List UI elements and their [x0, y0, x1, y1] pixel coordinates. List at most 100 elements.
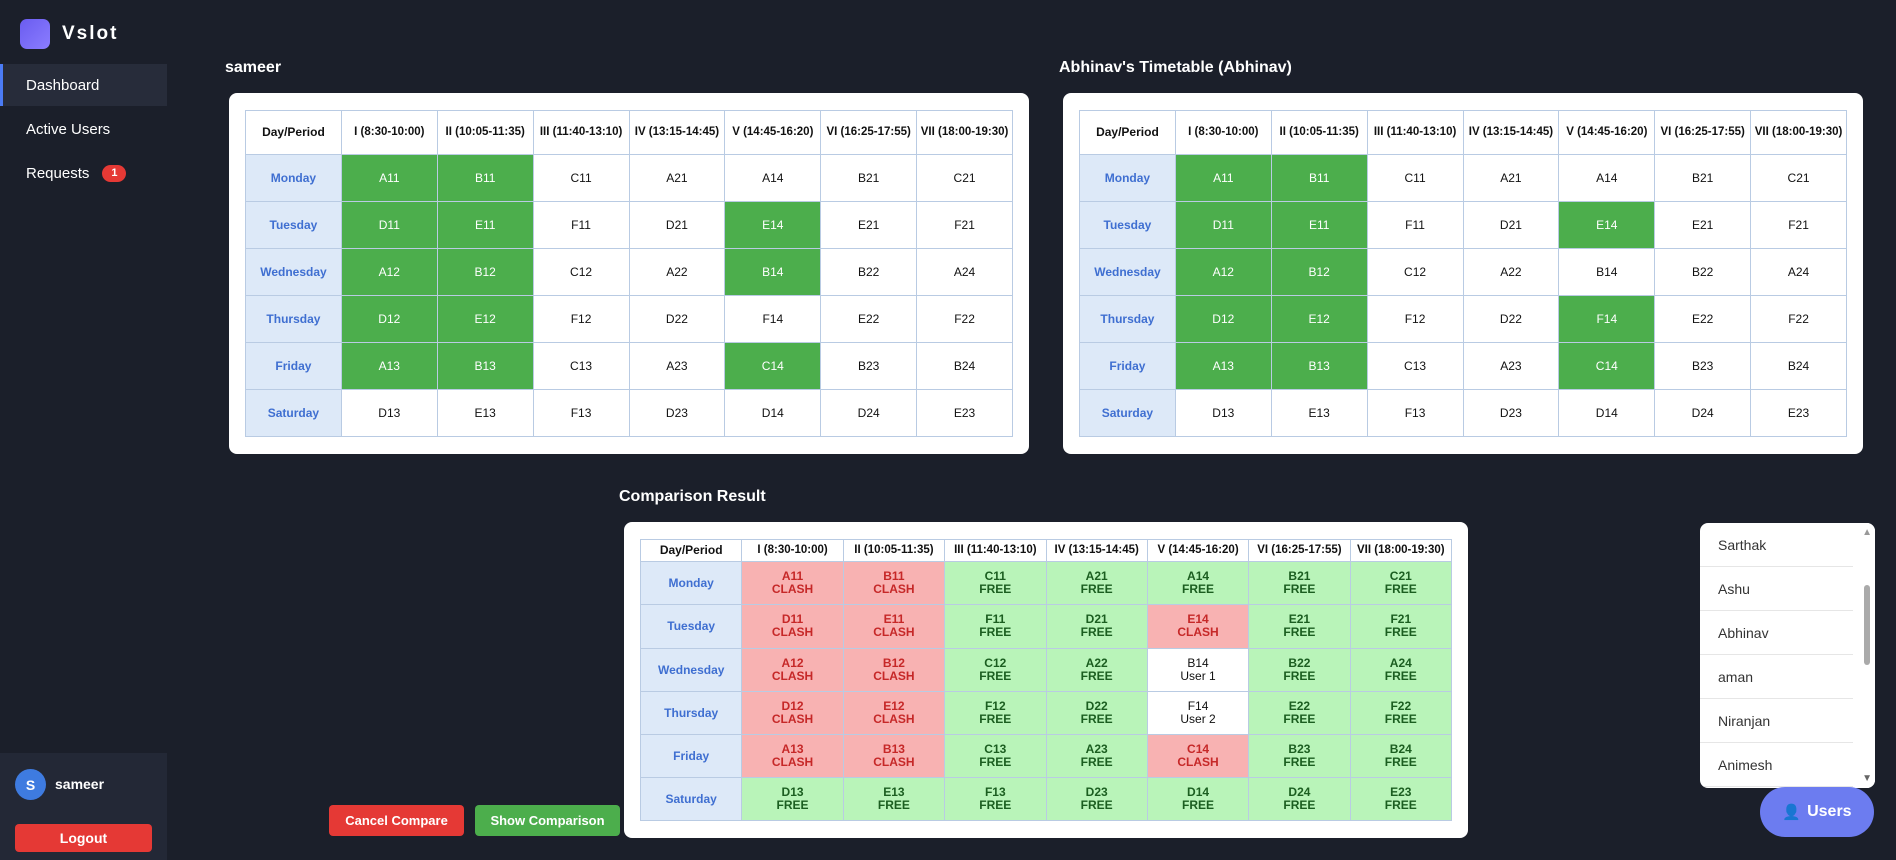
users-fab-button[interactable]: 👤 Users [1760, 787, 1874, 837]
comparison-cell[interactable]: E22 FREE [1248, 690, 1351, 735]
slot-cell[interactable]: C11 [1366, 153, 1464, 202]
slot-cell[interactable]: B21 [820, 153, 918, 202]
slot-cell[interactable]: F13 [1366, 388, 1464, 438]
comparison-cell[interactable]: F14 User 2 [1146, 690, 1250, 735]
slot-cell[interactable]: D23 [1462, 388, 1560, 438]
slot-cell[interactable]: F11 [532, 200, 630, 249]
comparison-cell[interactable]: B12 CLASH [842, 647, 946, 692]
slot-cell[interactable]: D14 [724, 388, 822, 438]
slot-cell[interactable]: A22 [628, 247, 726, 296]
slot-cell[interactable]: A13 [340, 341, 438, 390]
comparison-cell[interactable]: F13 FREE [944, 776, 1047, 822]
slot-cell[interactable]: B24 [916, 341, 1013, 390]
slot-cell[interactable]: F22 [1750, 294, 1847, 343]
slot-cell[interactable]: E14 [1558, 200, 1656, 249]
slot-cell[interactable]: D14 [1558, 388, 1656, 438]
comparison-cell[interactable]: C12 FREE [944, 647, 1047, 692]
comparison-cell[interactable]: A12 CLASH [741, 647, 844, 692]
slot-cell[interactable]: B22 [1654, 247, 1752, 296]
scrollbar[interactable]: ▲ ▼ [1859, 523, 1875, 788]
slot-cell[interactable]: A21 [1462, 153, 1560, 202]
comparison-cell[interactable]: A22 FREE [1045, 647, 1148, 692]
comparison-cell[interactable]: D22 FREE [1045, 690, 1148, 735]
comparison-cell[interactable]: A23 FREE [1045, 733, 1148, 778]
slot-cell[interactable]: F22 [916, 294, 1013, 343]
slot-cell[interactable]: A24 [1750, 247, 1847, 296]
slot-cell[interactable]: C21 [916, 153, 1013, 202]
comparison-cell[interactable]: E21 FREE [1248, 604, 1351, 649]
cancel-compare-button[interactable]: Cancel Compare [329, 805, 464, 836]
comparison-cell[interactable]: B14 User 1 [1146, 647, 1250, 692]
slot-cell[interactable]: A14 [724, 153, 822, 202]
show-comparison-button[interactable]: Show Comparison [475, 805, 620, 836]
slot-cell[interactable]: D21 [628, 200, 726, 249]
slot-cell[interactable]: A14 [1558, 153, 1656, 202]
sidebar-item-requests[interactable]: Requests 1 [0, 152, 167, 194]
slot-cell[interactable]: D11 [340, 200, 438, 249]
slot-cell[interactable]: E11 [1270, 200, 1368, 249]
slot-cell[interactable]: C13 [532, 341, 630, 390]
slot-cell[interactable]: B13 [436, 341, 534, 390]
slot-cell[interactable]: B23 [820, 341, 918, 390]
slot-cell[interactable]: B23 [1654, 341, 1752, 390]
slot-cell[interactable]: C14 [1558, 341, 1656, 390]
slot-cell[interactable]: D22 [1462, 294, 1560, 343]
slot-cell[interactable]: E13 [1270, 388, 1368, 438]
comparison-cell[interactable]: D14 FREE [1146, 776, 1250, 822]
slot-cell[interactable]: C14 [724, 341, 822, 390]
slot-cell[interactable]: B22 [820, 247, 918, 296]
sidebar-item-dashboard[interactable]: Dashboard [0, 64, 167, 106]
slot-cell[interactable]: F12 [1366, 294, 1464, 343]
list-item[interactable]: Abhinav [1700, 611, 1853, 655]
comparison-cell[interactable]: C11 FREE [944, 561, 1047, 606]
comparison-cell[interactable]: B23 FREE [1248, 733, 1351, 778]
list-item[interactable]: Ashu [1700, 567, 1853, 611]
comparison-cell[interactable]: E12 CLASH [842, 690, 946, 735]
comparison-cell[interactable]: F12 FREE [944, 690, 1047, 735]
slot-cell[interactable]: E13 [436, 388, 534, 438]
comparison-cell[interactable]: F11 FREE [944, 604, 1047, 649]
slot-cell[interactable]: D24 [820, 388, 918, 438]
list-item[interactable]: aman [1700, 655, 1853, 699]
slot-cell[interactable]: F21 [916, 200, 1013, 249]
slot-cell[interactable]: A23 [628, 341, 726, 390]
slot-cell[interactable]: C13 [1366, 341, 1464, 390]
comparison-cell[interactable]: D13 FREE [741, 776, 844, 822]
slot-cell[interactable]: B14 [724, 247, 822, 296]
slot-cell[interactable]: A11 [340, 153, 438, 202]
comparison-cell[interactable]: B22 FREE [1248, 647, 1351, 692]
slot-cell[interactable]: E11 [436, 200, 534, 249]
comparison-cell[interactable]: A11 CLASH [741, 561, 844, 606]
slot-cell[interactable]: E14 [724, 200, 822, 249]
list-item[interactable]: Niranjan [1700, 699, 1853, 743]
comparison-cell[interactable]: C14 CLASH [1146, 733, 1250, 778]
slot-cell[interactable]: C21 [1750, 153, 1847, 202]
comparison-cell[interactable]: E23 FREE [1349, 776, 1453, 822]
slot-cell[interactable]: A12 [1174, 247, 1272, 296]
comparison-cell[interactable]: B21 FREE [1248, 561, 1351, 606]
scroll-down-icon[interactable]: ▼ [1862, 773, 1872, 784]
slot-cell[interactable]: E21 [1654, 200, 1752, 249]
comparison-cell[interactable]: A13 CLASH [741, 733, 844, 778]
slot-cell[interactable]: D13 [340, 388, 438, 438]
slot-cell[interactable]: C11 [532, 153, 630, 202]
comparison-cell[interactable]: A14 FREE [1146, 561, 1250, 606]
comparison-cell[interactable]: D23 FREE [1045, 776, 1148, 822]
comparison-cell[interactable]: F21 FREE [1349, 604, 1453, 649]
comparison-cell[interactable]: A21 FREE [1045, 561, 1148, 606]
logout-button[interactable]: Logout [15, 824, 152, 852]
slot-cell[interactable]: A22 [1462, 247, 1560, 296]
slot-cell[interactable]: A13 [1174, 341, 1272, 390]
slot-cell[interactable]: C12 [532, 247, 630, 296]
list-item[interactable]: Sarthak [1700, 523, 1853, 567]
slot-cell[interactable]: B11 [436, 153, 534, 202]
slot-cell[interactable]: F11 [1366, 200, 1464, 249]
comparison-cell[interactable]: C21 FREE [1349, 561, 1453, 606]
slot-cell[interactable]: D12 [1174, 294, 1272, 343]
slot-cell[interactable]: F21 [1750, 200, 1847, 249]
comparison-cell[interactable]: F22 FREE [1349, 690, 1453, 735]
sidebar-item-active-users[interactable]: Active Users [0, 108, 167, 150]
slot-cell[interactable]: E22 [1654, 294, 1752, 343]
slot-cell[interactable]: B11 [1270, 153, 1368, 202]
slot-cell[interactable]: A24 [916, 247, 1013, 296]
